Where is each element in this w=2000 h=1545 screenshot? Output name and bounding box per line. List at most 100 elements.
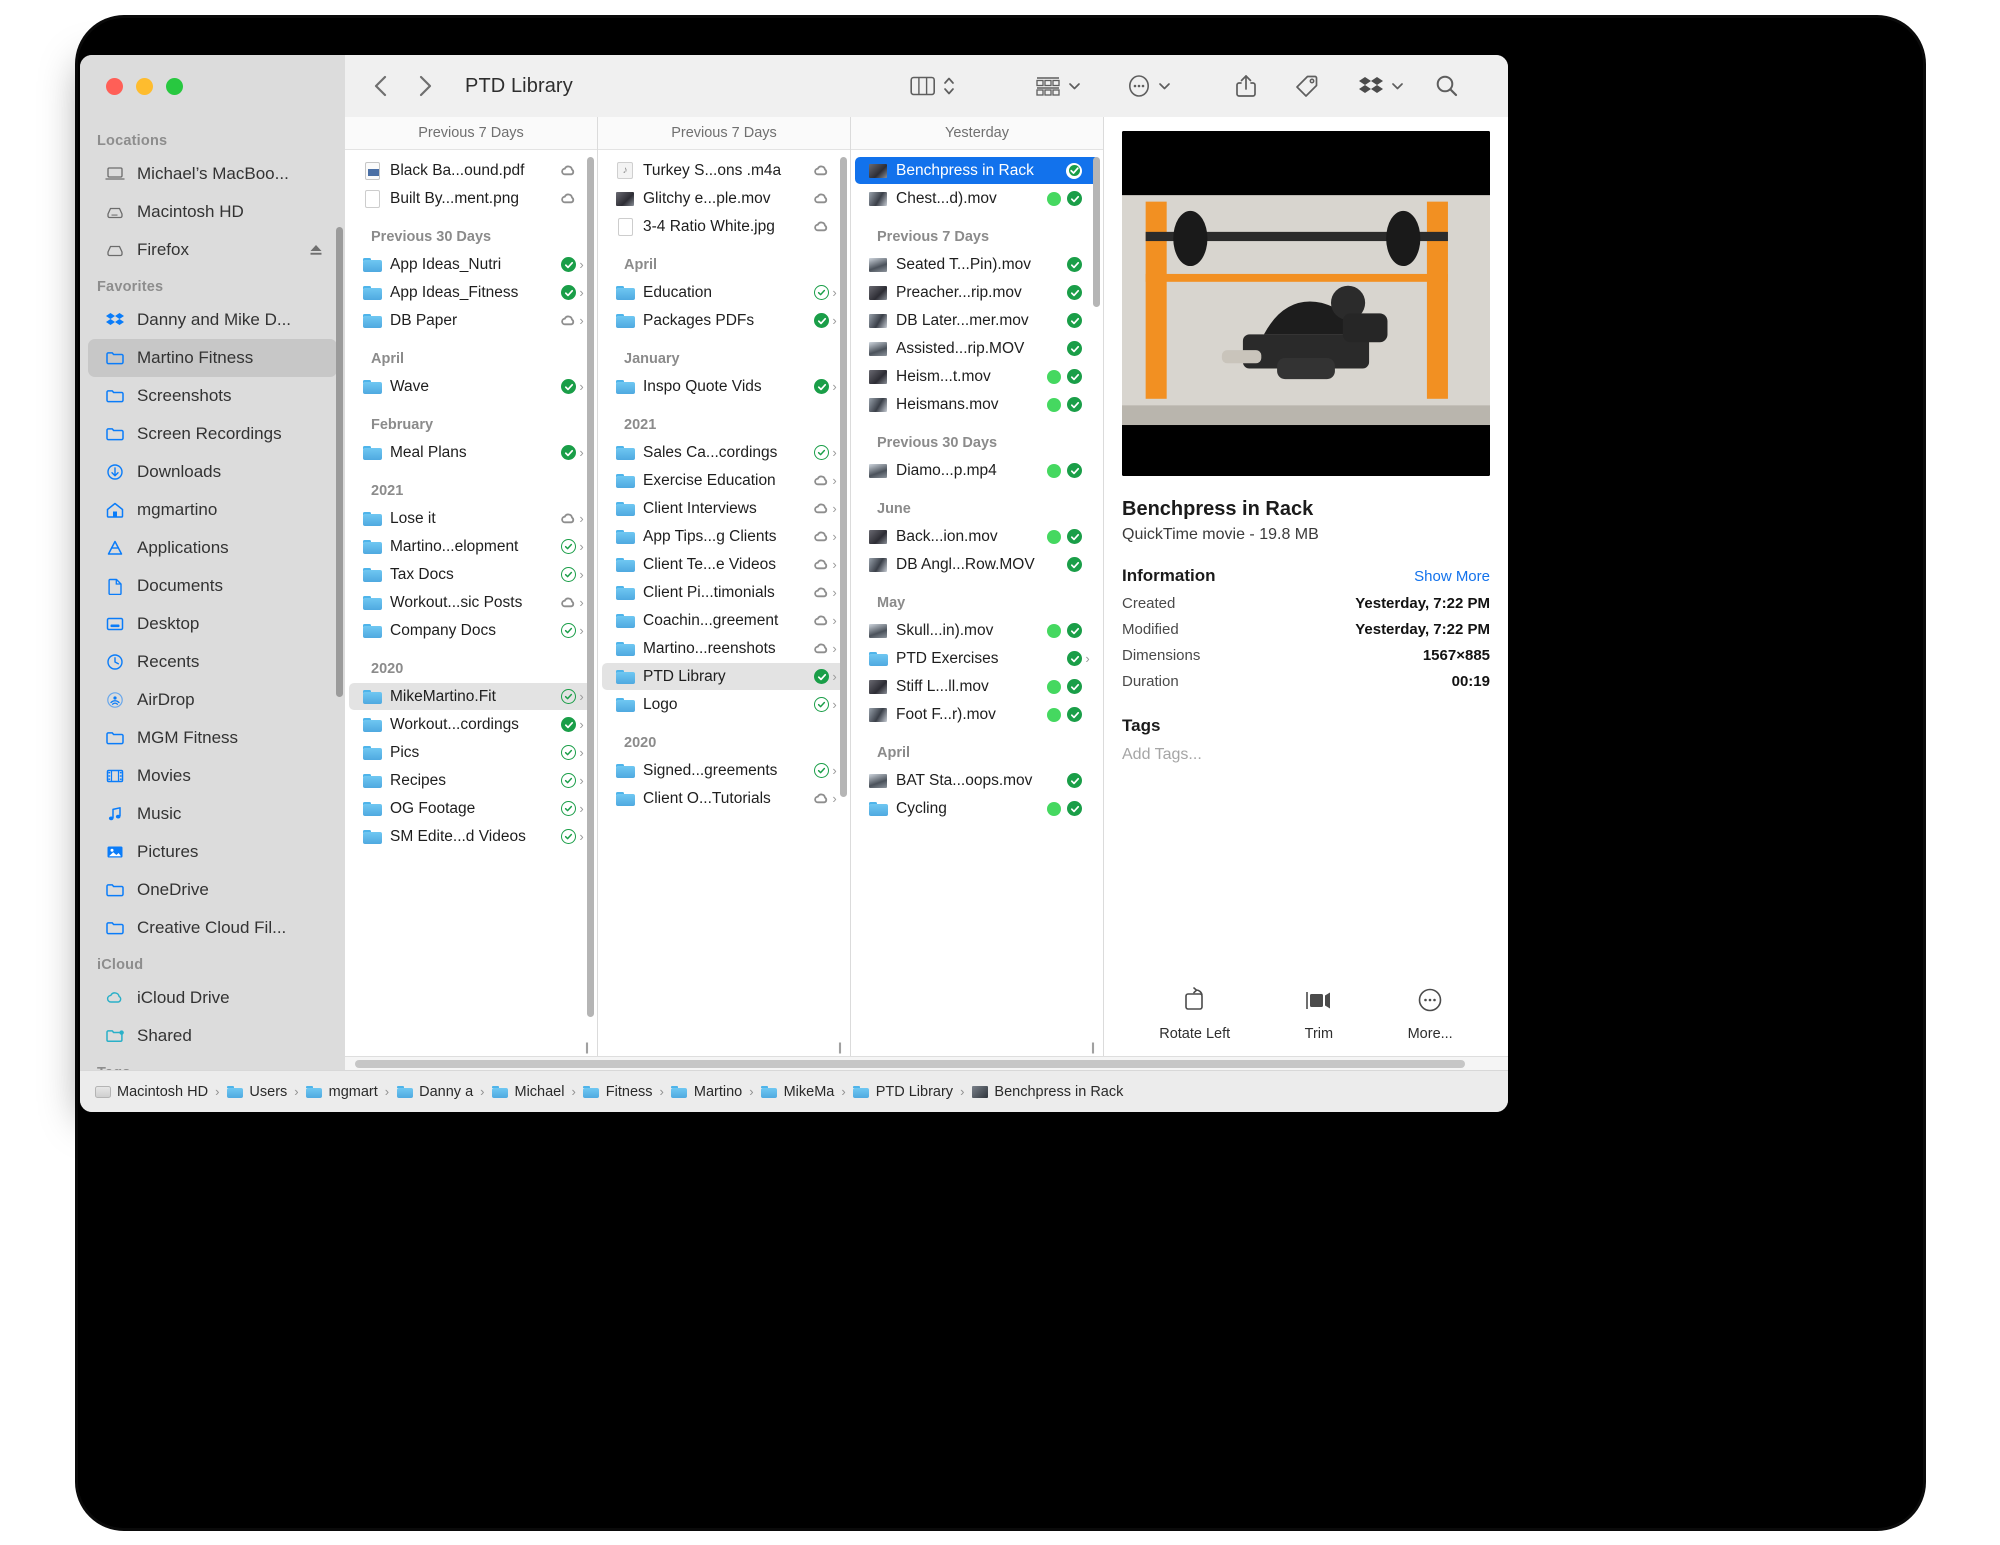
list-item[interactable]: Wave › — [349, 373, 593, 400]
list-item[interactable]: ♪Turkey S...ons .m4a› — [602, 157, 846, 184]
back-icon[interactable] — [373, 73, 390, 99]
list-item[interactable]: Seated T...Pin).mov› — [855, 251, 1099, 278]
show-more-link[interactable]: Show More — [1414, 568, 1490, 585]
disclosure-chevron-icon[interactable]: › — [576, 567, 587, 582]
sidebar-item-documents[interactable]: Documents — [88, 567, 337, 605]
list-item[interactable]: PTD Library › — [602, 663, 846, 690]
list-item[interactable]: Workout...sic Posts › — [349, 589, 593, 616]
sidebar-item-music[interactable]: Music — [88, 795, 337, 833]
more-button[interactable]: More... — [1408, 987, 1453, 1042]
breadcrumb-item-benchpress-in-rack[interactable]: Benchpress in Rack — [971, 1084, 1123, 1100]
eject-icon[interactable] — [307, 242, 325, 258]
list-item[interactable]: Client Te...e Videos › — [602, 551, 846, 578]
list-item[interactable]: MikeMartino.Fit › — [349, 683, 593, 710]
add-tags-field[interactable]: Add Tags... — [1122, 746, 1490, 764]
disclosure-chevron-icon[interactable]: › — [576, 379, 587, 394]
sidebar-scrollbar[interactable] — [336, 227, 343, 697]
rotate-left-button[interactable]: Rotate Left — [1159, 987, 1230, 1042]
disclosure-chevron-icon[interactable]: › — [576, 445, 587, 460]
breadcrumb-item-martino[interactable]: Martino — [671, 1084, 742, 1100]
list-item[interactable]: BAT Sta...oops.mov› — [855, 767, 1099, 794]
breadcrumb[interactable]: Macintosh HD › Users › mgmart › Danny a › Michae… — [80, 1070, 1508, 1112]
browser-column-3[interactable]: Yesterday Benchpress in Rack›Chest...d).… — [851, 117, 1104, 1056]
disclosure-chevron-icon[interactable]: › — [829, 585, 840, 600]
list-item[interactable]: Diamo...p.mp4› — [855, 457, 1099, 484]
list-item[interactable]: Cycling› — [855, 795, 1099, 822]
sidebar-item-recents[interactable]: Recents — [88, 643, 337, 681]
sidebar-item-martino-fitness[interactable]: Martino Fitness — [88, 339, 337, 377]
list-item[interactable]: Logo › — [602, 691, 846, 718]
disclosure-chevron-icon[interactable]: › — [829, 697, 840, 712]
list-item[interactable]: Chest...d).mov› — [855, 185, 1099, 212]
sidebar-item-creative-cloud-fil[interactable]: Creative Cloud Fil... — [88, 909, 337, 947]
breadcrumb-item-fitness[interactable]: Fitness — [583, 1084, 653, 1100]
sidebar-item-macintosh-hd[interactable]: Macintosh HD — [88, 193, 337, 231]
sidebar-item-michael-s-macboo[interactable]: Michael’s MacBoo... — [88, 155, 337, 193]
sidebar-item-movies[interactable]: Movies — [88, 757, 337, 795]
group-by-chevron-down-icon[interactable] — [1068, 81, 1081, 91]
list-item[interactable]: Heismans.mov› — [855, 391, 1099, 418]
sidebar-item-applications[interactable]: Applications — [88, 529, 337, 567]
list-item[interactable]: Client Pi...timonials › — [602, 579, 846, 606]
column-1-resize-handle[interactable]: || — [575, 1038, 597, 1056]
search-icon[interactable] — [1435, 74, 1459, 98]
forward-icon[interactable] — [416, 73, 433, 99]
column-2-scrollbar[interactable] — [840, 157, 847, 797]
sidebar-item-onedrive[interactable]: OneDrive — [88, 871, 337, 909]
list-item[interactable]: Back...ion.mov› — [855, 523, 1099, 550]
tag-icon[interactable] — [1295, 74, 1319, 98]
more-chevron-down-icon[interactable] — [1158, 81, 1171, 91]
sidebar-item-screen-recordings[interactable]: Screen Recordings — [88, 415, 337, 453]
breadcrumb-item-ptd-library[interactable]: PTD Library — [853, 1084, 953, 1100]
breadcrumb-item-danny-a[interactable]: Danny a — [396, 1084, 473, 1100]
list-item[interactable]: Benchpress in Rack› — [855, 157, 1099, 184]
share-icon[interactable] — [1235, 73, 1257, 99]
horizontal-scrollbar-thumb[interactable] — [355, 1060, 1465, 1068]
column-3-scrollbar[interactable] — [1093, 157, 1100, 307]
list-item[interactable]: Client O...Tutorials › — [602, 785, 846, 812]
disclosure-chevron-icon[interactable]: › — [829, 669, 840, 684]
list-item[interactable]: Assisted...rip.MOV› — [855, 335, 1099, 362]
sidebar-item-mgm-fitness[interactable]: MGM Fitness — [88, 719, 337, 757]
breadcrumb-item-michael[interactable]: Michael — [491, 1084, 564, 1100]
disclosure-chevron-icon[interactable]: › — [829, 529, 840, 544]
sidebar-item-downloads[interactable]: Downloads — [88, 453, 337, 491]
list-item[interactable]: Inspo Quote Vids › — [602, 373, 846, 400]
disclosure-chevron-icon[interactable]: › — [576, 313, 587, 328]
disclosure-chevron-icon[interactable]: › — [576, 745, 587, 760]
sidebar-item-screenshots[interactable]: Screenshots — [88, 377, 337, 415]
disclosure-chevron-icon[interactable]: › — [829, 313, 840, 328]
list-item[interactable]: Skull...in).mov› — [855, 617, 1099, 644]
list-item[interactable]: Pics › — [349, 739, 593, 766]
list-item[interactable]: Heism...t.mov› — [855, 363, 1099, 390]
sidebar-item-danny-and-mike-d[interactable]: Danny and Mike D... — [88, 301, 337, 339]
list-item[interactable]: SM Edite...d Videos › — [349, 823, 593, 850]
list-item[interactable]: App Ideas_Fitness › — [349, 279, 593, 306]
disclosure-chevron-icon[interactable]: › — [829, 557, 840, 572]
disclosure-chevron-icon[interactable]: › — [576, 623, 587, 638]
list-item[interactable]: Black Ba...ound.pdf› — [349, 157, 593, 184]
finder-sidebar[interactable]: Locations Michael’s MacBoo... Macintosh HD… — [80, 117, 345, 1070]
disclosure-chevron-icon[interactable]: › — [576, 717, 587, 732]
disclosure-chevron-icon[interactable]: › — [1082, 651, 1093, 666]
list-item[interactable]: Preacher...rip.mov› — [855, 279, 1099, 306]
breadcrumb-item-mgmart[interactable]: mgmart — [306, 1084, 378, 1100]
list-item[interactable]: Built By...ment.png› — [349, 185, 593, 212]
list-item[interactable]: Tax Docs › — [349, 561, 593, 588]
list-item[interactable]: Stiff L...ll.mov› — [855, 673, 1099, 700]
disclosure-chevron-icon[interactable]: › — [829, 379, 840, 394]
group-by-icon[interactable] — [1035, 75, 1061, 97]
sidebar-item-pictures[interactable]: Pictures — [88, 833, 337, 871]
disclosure-chevron-icon[interactable]: › — [829, 763, 840, 778]
column-3-resize-handle[interactable]: || — [1081, 1038, 1103, 1056]
list-item[interactable]: OG Footage › — [349, 795, 593, 822]
list-item[interactable]: Exercise Education › — [602, 467, 846, 494]
list-item[interactable]: App Tips...g Clients › — [602, 523, 846, 550]
disclosure-chevron-icon[interactable]: › — [829, 473, 840, 488]
list-item[interactable]: 3-4 Ratio White.jpg› — [602, 213, 846, 240]
sidebar-item-icloud-drive[interactable]: iCloud Drive — [88, 979, 337, 1017]
list-item[interactable]: Company Docs › — [349, 617, 593, 644]
list-item[interactable]: App Ideas_Nutri › — [349, 251, 593, 278]
disclosure-chevron-icon[interactable]: › — [576, 689, 587, 704]
disclosure-chevron-icon[interactable]: › — [576, 595, 587, 610]
